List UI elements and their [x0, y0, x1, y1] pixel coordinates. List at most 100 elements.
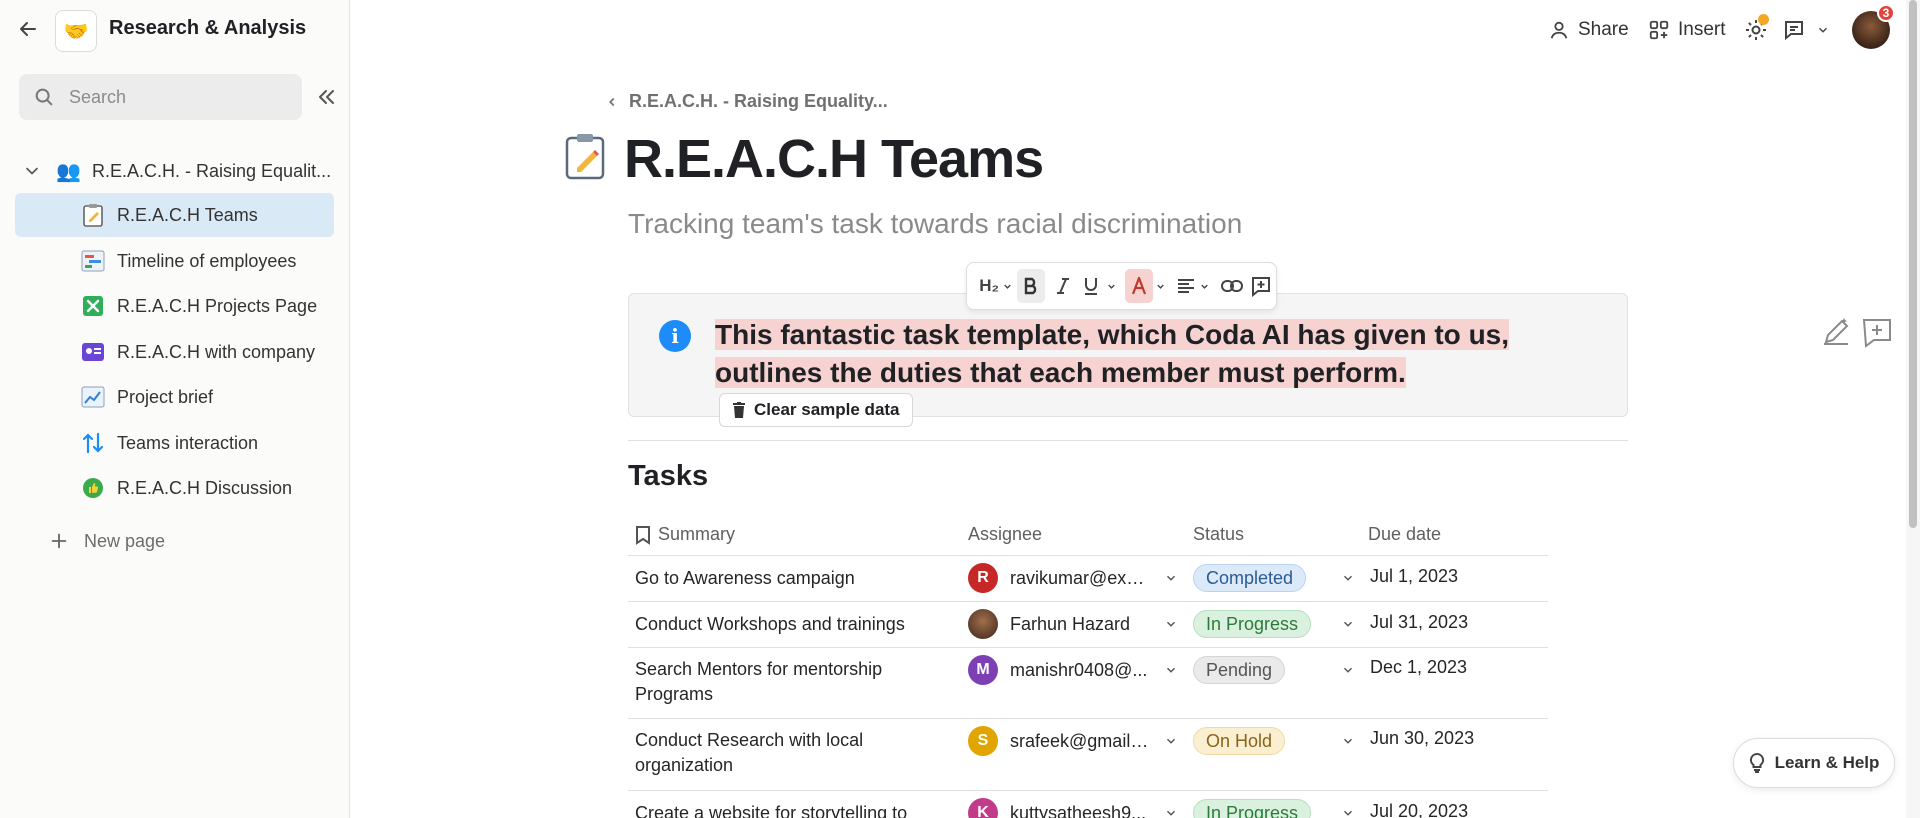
page-subtitle[interactable]: Tracking team's task towards racial disc…	[628, 208, 1242, 240]
underline-icon[interactable]	[1077, 269, 1105, 303]
chevron-down-icon[interactable]	[1341, 571, 1355, 585]
bold-icon[interactable]	[1017, 269, 1046, 303]
formatting-toolbar: H₂	[966, 262, 1277, 310]
search-icon	[35, 88, 53, 106]
sidebar-item-discussion[interactable]: R.E.A.C.H Discussion	[15, 466, 334, 510]
chevron-down-icon[interactable]	[1199, 269, 1211, 303]
assignee-cell[interactable]: S srafeek@gmail....	[968, 725, 1178, 757]
status-badge[interactable]: On Hold	[1193, 727, 1286, 755]
column-header-assignee[interactable]: Assignee	[968, 524, 1042, 545]
task-summary[interactable]: Conduct Workshops and trainings	[635, 612, 955, 637]
status-cell[interactable]: In Progress	[1193, 797, 1353, 818]
heading-dropdown[interactable]: H₂	[977, 269, 1015, 303]
breadcrumb[interactable]: R.E.A.C.H. - Raising Equality...	[605, 91, 888, 112]
heading-label: H₂	[979, 276, 1000, 295]
tasks-heading[interactable]: Tasks	[628, 460, 708, 493]
collapse-sidebar-icon[interactable]	[314, 85, 338, 109]
clipboard-pencil-icon[interactable]	[564, 132, 606, 180]
comments-icon[interactable]	[1782, 18, 1806, 42]
chevron-down-icon[interactable]	[1341, 663, 1355, 677]
status-badge[interactable]: In Progress	[1193, 610, 1312, 638]
chevron-down-icon[interactable]	[1164, 806, 1178, 818]
avatar: M	[968, 655, 998, 685]
chevron-down-icon[interactable]	[22, 161, 42, 181]
assignee-cell[interactable]: R ravikumar@exa...	[968, 562, 1178, 594]
avatar: S	[968, 726, 998, 756]
assignee-cell[interactable]: K kuttysatheesh9...	[968, 797, 1178, 818]
grid-plus-icon	[1649, 20, 1669, 40]
doc-logo[interactable]: 🤝	[55, 10, 97, 52]
due-date[interactable]: Jul 20, 2023	[1370, 801, 1468, 818]
column-header-summary[interactable]: Summary	[635, 524, 735, 545]
due-date[interactable]: Dec 1, 2023	[1370, 657, 1467, 678]
status-badge[interactable]: Completed	[1193, 564, 1307, 592]
callout-block[interactable]: i This fantastic task template, which Co…	[628, 293, 1628, 427]
chevron-down-icon[interactable]	[1341, 617, 1355, 631]
table-row[interactable]: Conduct Research with local organization…	[628, 719, 1548, 791]
status-cell[interactable]: On Hold	[1193, 725, 1353, 757]
sidebar-item-teams-interaction[interactable]: Teams interaction	[15, 421, 334, 465]
chevron-down-icon[interactable]	[1341, 806, 1355, 818]
sidebar-item-label: R.E.A.C.H Teams	[117, 204, 258, 225]
table-row[interactable]: Conduct Workshops and trainings Farhun H…	[628, 602, 1548, 648]
assignee-cell[interactable]: Farhun Hazard	[968, 608, 1178, 640]
sidebar-item-with-company[interactable]: R.E.A.C.H with company	[15, 330, 334, 374]
status-cell[interactable]: In Progress	[1193, 608, 1353, 640]
column-header-due-date[interactable]: Due date	[1368, 524, 1441, 545]
callout-text[interactable]: This fantastic task template, which Coda…	[715, 319, 1510, 388]
status-badge[interactable]: In Progress	[1193, 799, 1312, 818]
scrollbar-thumb[interactable]	[1909, 0, 1917, 528]
status-badge[interactable]: Pending	[1193, 656, 1286, 684]
align-left-icon[interactable]	[1174, 269, 1198, 303]
status-cell[interactable]: Pending	[1193, 654, 1353, 686]
text-color-icon[interactable]	[1124, 269, 1153, 303]
due-date[interactable]: Jun 30, 2023	[1370, 728, 1474, 749]
sidebar-item-reach-teams[interactable]: R.E.A.C.H Teams	[15, 193, 334, 237]
add-comment-icon[interactable]	[1860, 314, 1896, 350]
sidebar-item-label: Timeline of employees	[117, 250, 297, 271]
settings-notification-dot	[1758, 14, 1769, 25]
chevron-down-icon[interactable]	[1164, 734, 1178, 748]
column-header-status[interactable]: Status	[1193, 524, 1244, 545]
learn-help-button[interactable]: Learn & Help	[1733, 738, 1895, 788]
italic-icon[interactable]	[1049, 269, 1077, 303]
timeline-icon	[81, 249, 105, 273]
link-icon[interactable]	[1217, 269, 1247, 303]
share-button[interactable]: Share	[1548, 14, 1629, 46]
chevron-down-icon[interactable]	[1105, 269, 1119, 303]
chevron-down-icon	[1004, 284, 1011, 289]
add-comment-icon[interactable]	[1246, 269, 1276, 303]
people-icon: 👥	[56, 160, 81, 183]
sidebar-item-project-brief[interactable]: Project brief	[15, 375, 334, 419]
sidebar-root-page[interactable]: 👥 R.E.A.C.H. - Raising Equalit...	[16, 152, 336, 190]
sidebar-item-timeline[interactable]: Timeline of employees	[15, 239, 334, 283]
ai-edit-icon[interactable]	[1818, 314, 1854, 350]
task-summary[interactable]: Search Mentors for mentorship Programs	[635, 657, 955, 707]
status-cell[interactable]: Completed	[1193, 562, 1353, 594]
chevron-down-icon[interactable]	[1164, 571, 1178, 585]
search-input[interactable]: Search	[19, 74, 302, 120]
insert-button[interactable]: Insert	[1648, 14, 1726, 46]
section-divider	[628, 440, 1628, 441]
due-date[interactable]: Jul 31, 2023	[1370, 612, 1468, 633]
chevron-down-icon[interactable]	[1153, 269, 1169, 303]
chart-icon	[81, 385, 105, 409]
doc-title[interactable]: Research & Analysis	[109, 17, 306, 40]
chevron-down-icon[interactable]	[1164, 663, 1178, 677]
table-row[interactable]: Go to Awareness campaign R ravikumar@exa…	[628, 556, 1548, 602]
chevron-down-icon[interactable]	[1164, 617, 1178, 631]
task-summary[interactable]: Go to Awareness campaign	[635, 566, 955, 591]
table-row[interactable]: Search Mentors for mentorship Programs M…	[628, 648, 1548, 719]
table-row[interactable]: Create a website for storytelling to K k…	[628, 791, 1548, 818]
new-page-button[interactable]: New page	[48, 526, 165, 556]
page-title[interactable]: R.E.A.C.H Teams	[624, 128, 1044, 190]
chevron-down-icon[interactable]	[1816, 23, 1830, 37]
assignee-cell[interactable]: M manishr0408@...	[968, 654, 1178, 686]
sidebar-item-projects[interactable]: R.E.A.C.H Projects Page	[15, 284, 334, 328]
back-arrow-icon[interactable]	[16, 17, 40, 41]
chevron-down-icon[interactable]	[1341, 734, 1355, 748]
due-date[interactable]: Jul 1, 2023	[1370, 566, 1458, 587]
task-summary[interactable]: Conduct Research with local organization	[635, 728, 955, 778]
task-summary[interactable]: Create a website for storytelling to	[635, 801, 955, 818]
clear-sample-data-button[interactable]: Clear sample data	[719, 392, 913, 427]
